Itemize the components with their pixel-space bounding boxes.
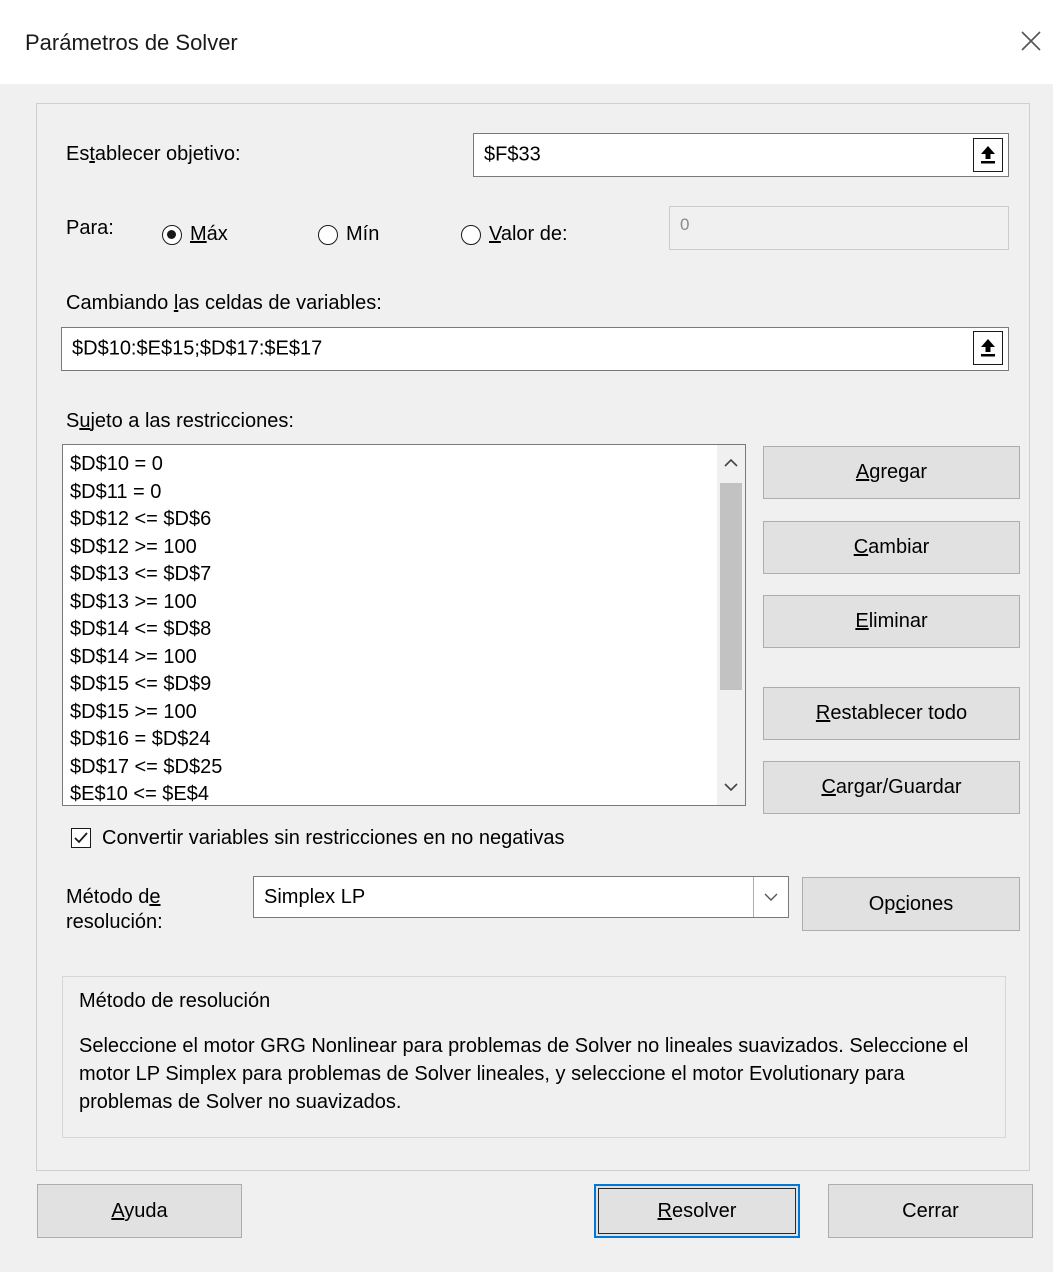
- constraint-item[interactable]: $D$15 <= $D$9: [70, 671, 222, 699]
- constraints-list[interactable]: $D$10 = 0 $D$11 = 0 $D$12 <= $D$6 $D$12 >= …: [62, 444, 746, 806]
- constraint-item[interactable]: $D$13 <= $D$7: [70, 561, 222, 589]
- solve-button[interactable]: Resolver: [594, 1184, 800, 1238]
- objective-input[interactable]: $F$33: [473, 133, 1009, 177]
- collapse-dialog-icon: [981, 339, 995, 357]
- delete-button[interactable]: Eliminar: [763, 595, 1020, 648]
- constraint-item[interactable]: $D$14 <= $D$8: [70, 616, 222, 644]
- constraints-items: $D$10 = 0 $D$11 = 0 $D$12 <= $D$6 $D$12 >= …: [70, 451, 222, 805]
- variables-collapse-button[interactable]: [973, 331, 1003, 365]
- method-info-box: Método de resolución Seleccione el motor…: [62, 976, 1006, 1138]
- title-bar: Parámetros de Solver: [0, 0, 1053, 84]
- radio-value-of-indicator: [461, 224, 481, 245]
- chevron-down-icon: [724, 783, 738, 792]
- solver-dialog: Parámetros de Solver Establecer objetivo…: [0, 0, 1053, 1272]
- scroll-down-button[interactable]: [717, 769, 745, 805]
- method-info-heading: Método de resolución: [79, 990, 271, 1012]
- objective-collapse-button[interactable]: [973, 138, 1003, 172]
- nonneg-checkbox[interactable]: [71, 828, 91, 848]
- method-dropdown-button[interactable]: [753, 877, 788, 917]
- options-button[interactable]: Opciones: [802, 877, 1020, 931]
- scroll-up-button[interactable]: [717, 445, 745, 481]
- constraint-item[interactable]: $E$10 <= $E$4: [70, 781, 222, 805]
- value-of-input[interactable]: 0: [669, 206, 1009, 250]
- nonneg-label: Convertir variables sin restricciones en…: [102, 827, 565, 849]
- constraint-item[interactable]: $D$10 = 0: [70, 451, 222, 479]
- variables-label: Cambiando las celdas de variables:: [66, 292, 382, 314]
- method-info-text: Seleccione el motor GRG Nonlinear para p…: [79, 1035, 969, 1113]
- constraint-item[interactable]: $D$14 >= 100: [70, 644, 222, 672]
- reset-all-button[interactable]: Restablecer todo: [763, 687, 1020, 740]
- radio-min[interactable]: Mín: [318, 223, 379, 246]
- load-save-button[interactable]: Cargar/Guardar: [763, 761, 1020, 814]
- radio-value-of[interactable]: Valor de:: [461, 223, 568, 246]
- constraint-item[interactable]: $D$12 >= 100: [70, 534, 222, 562]
- chevron-down-icon: [764, 893, 778, 901]
- chevron-up-icon: [724, 458, 738, 467]
- variables-input[interactable]: $D$10:$E$15;$D$17:$E$17: [61, 327, 1009, 371]
- change-button[interactable]: Cambiar: [763, 521, 1020, 574]
- method-label: Método de resolución:: [66, 886, 163, 933]
- constraint-item[interactable]: $D$16 = $D$24: [70, 726, 222, 754]
- help-button[interactable]: Ayuda: [37, 1184, 242, 1238]
- radio-max[interactable]: Máx: [162, 223, 228, 246]
- constraint-item[interactable]: $D$12 <= $D$6: [70, 506, 222, 534]
- radio-max-indicator: [162, 224, 182, 245]
- close-icon[interactable]: [1016, 26, 1046, 56]
- to-label: Para:: [66, 217, 114, 239]
- dialog-title: Parámetros de Solver: [25, 30, 238, 55]
- objective-label: Establecer objetivo:: [66, 143, 241, 165]
- radio-min-indicator: [318, 224, 338, 245]
- constraint-item[interactable]: $D$15 >= 100: [70, 699, 222, 727]
- constraint-item[interactable]: $D$17 <= $D$25: [70, 754, 222, 782]
- add-button[interactable]: Agregar: [763, 446, 1020, 499]
- constraints-label: Sujeto a las restricciones:: [66, 410, 294, 432]
- constraint-item[interactable]: $D$11 = 0: [70, 479, 222, 507]
- collapse-dialog-icon: [981, 146, 995, 164]
- constraint-item[interactable]: $D$13 >= 100: [70, 589, 222, 617]
- constraints-scrollbar[interactable]: [717, 445, 745, 805]
- method-select[interactable]: Simplex LP: [253, 876, 789, 918]
- scroll-thumb[interactable]: [720, 483, 742, 690]
- checkmark-icon: [74, 832, 88, 844]
- close-button[interactable]: Cerrar: [828, 1184, 1033, 1238]
